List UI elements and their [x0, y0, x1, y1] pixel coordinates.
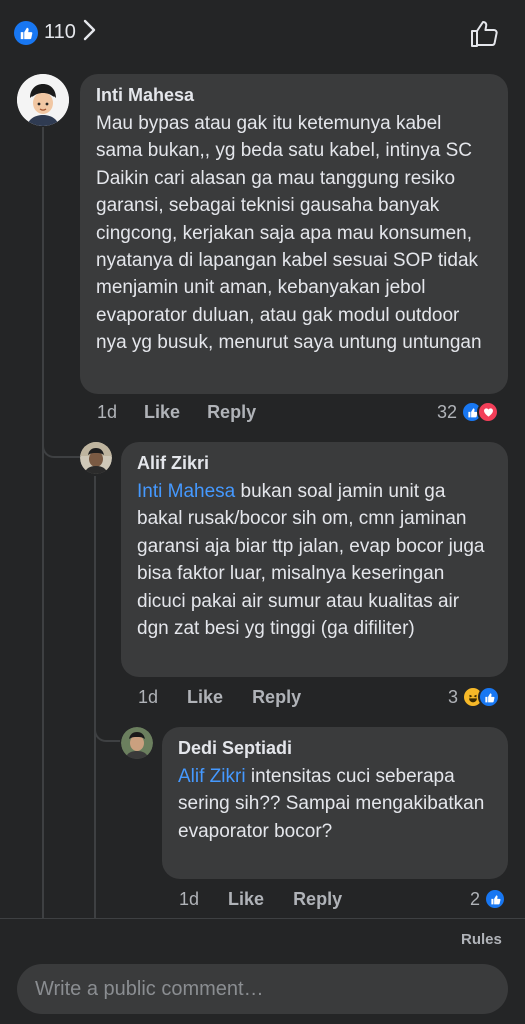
comment-author[interactable]: Dedi Septiadi — [178, 737, 492, 759]
comment-bubble: Dedi Septiadi Alif Zikri intensitas cuci… — [162, 727, 508, 879]
thread-connector — [94, 706, 120, 742]
comment-actions: 1d Like Reply — [97, 402, 256, 423]
like-button[interactable]: Like — [228, 889, 264, 910]
comment-input-placeholder: Write a public comment… — [35, 977, 264, 1000]
divider — [0, 918, 525, 919]
like-reaction-icon — [14, 20, 38, 45]
avatar[interactable] — [121, 727, 153, 759]
comments-screen: 110 Inti Mahesa Mau bypas atau gak itu k… — [0, 0, 525, 1024]
comment-body: bukan soal jamin unit ga bakal rusak/boc… — [137, 481, 485, 640]
mention-link[interactable]: Inti Mahesa — [137, 481, 235, 502]
comment-actions: 1d Like Reply — [179, 889, 342, 910]
thread-line — [42, 127, 44, 918]
comment-reactions[interactable]: 2 — [470, 888, 507, 910]
comment-actions: 1d Like Reply — [138, 687, 301, 708]
reaction-count: 110 — [44, 21, 76, 43]
mention-link[interactable]: Alif Zikri — [178, 766, 246, 787]
comment-timestamp[interactable]: 1d — [97, 402, 117, 423]
comment-bubble: Alif Zikri Inti Mahesa bukan soal jamin … — [121, 442, 508, 677]
like-post-button[interactable] — [468, 18, 500, 50]
chevron-right-icon — [82, 18, 96, 47]
comment-timestamp[interactable]: 1d — [179, 889, 199, 910]
reply-button[interactable]: Reply — [293, 889, 342, 910]
comment-reactions[interactable]: 32 — [437, 401, 500, 423]
comment-text: Mau bypas atau gak itu ketemunya kabel s… — [96, 113, 482, 354]
reaction-count: 2 — [470, 888, 481, 909]
like-reaction-icon — [484, 888, 507, 910]
comment-input[interactable]: Write a public comment… — [17, 964, 508, 1014]
like-reaction-icon — [478, 686, 501, 708]
thread-connector — [42, 420, 80, 458]
rules-link[interactable]: Rules — [461, 931, 502, 948]
reaction-count: 32 — [437, 401, 458, 422]
reaction-count: 3 — [448, 686, 459, 707]
comment-text: Inti Mahesa bukan soal jamin unit ga bak… — [137, 478, 492, 642]
avatar[interactable] — [17, 74, 69, 126]
thread-line — [94, 476, 96, 918]
reaction-summary[interactable]: 110 — [14, 18, 96, 47]
love-reaction-icon — [477, 401, 500, 423]
reply-button[interactable]: Reply — [207, 402, 256, 423]
reply-button[interactable]: Reply — [252, 687, 301, 708]
avatar[interactable] — [80, 442, 112, 474]
comment-reactions[interactable]: 3 — [448, 686, 501, 708]
comment-timestamp[interactable]: 1d — [138, 687, 158, 708]
comment-author[interactable]: Inti Mahesa — [96, 84, 492, 106]
thumbs-up-outline-icon — [471, 21, 498, 47]
like-button[interactable]: Like — [187, 687, 223, 708]
like-button[interactable]: Like — [144, 402, 180, 423]
comment-author[interactable]: Alif Zikri — [137, 452, 492, 474]
comment-bubble: Inti Mahesa Mau bypas atau gak itu ketem… — [80, 74, 508, 394]
reactions-header: 110 — [0, 0, 525, 64]
comment-text: Alif Zikri intensitas cuci seberapa seri… — [178, 763, 492, 845]
